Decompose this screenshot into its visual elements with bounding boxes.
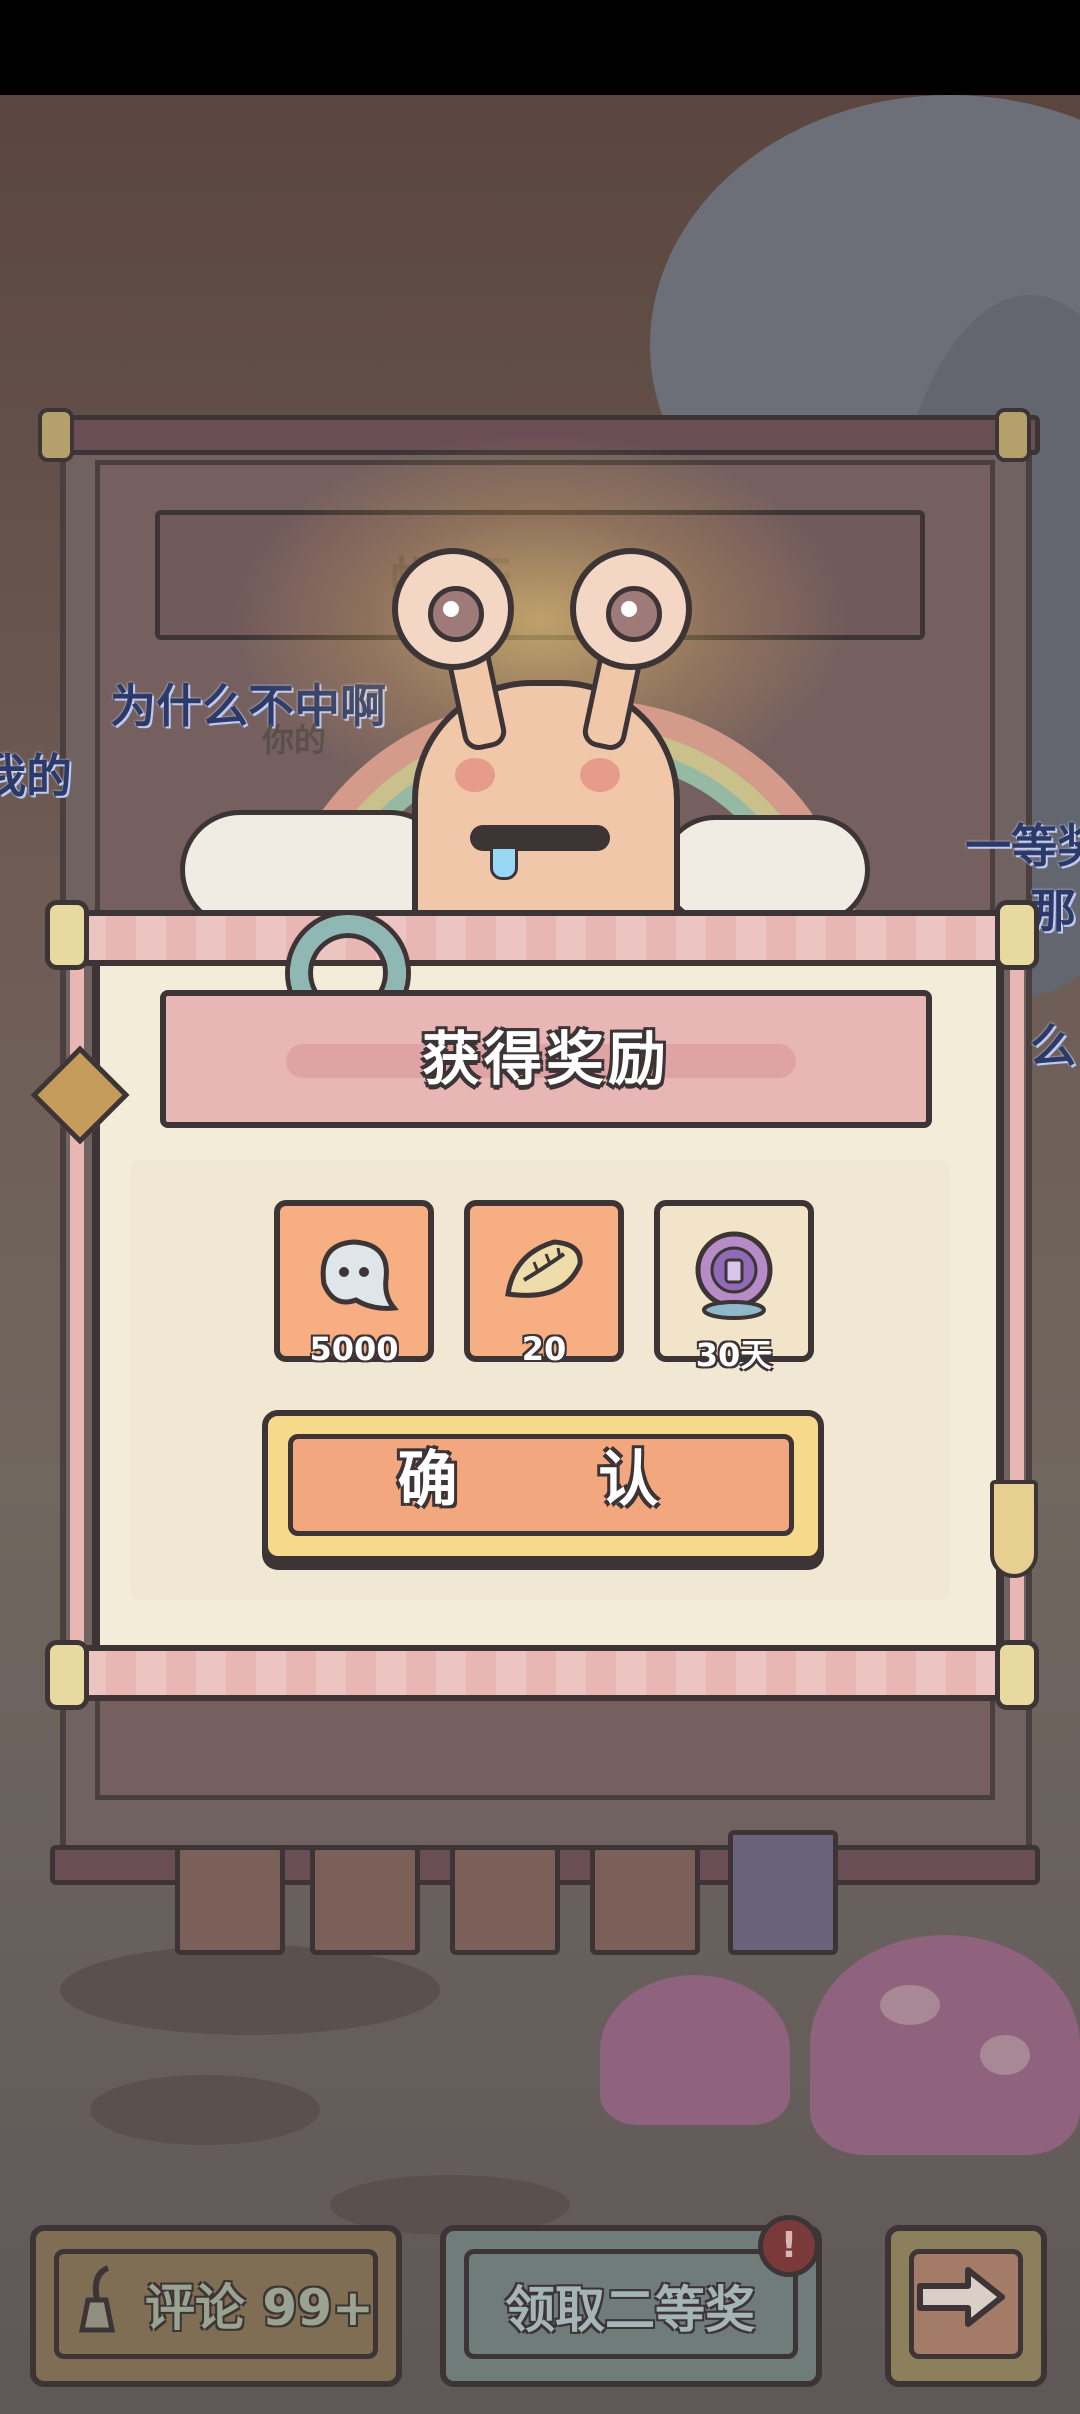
- bg-text-me: 么: [1030, 1019, 1076, 1073]
- back-tab-candy: [590, 1845, 700, 1955]
- reward-item-dumpling[interactable]: 20: [464, 1200, 624, 1368]
- crystal-ball-frame-icon: [695, 1231, 773, 1320]
- modal-title: 获得奖励: [421, 1025, 670, 1093]
- reward-count: 5000: [309, 1330, 399, 1368]
- reward-item-crystal-frame[interactable]: 30天: [654, 1200, 814, 1374]
- back-tab-fu: [310, 1845, 420, 1955]
- confirm-button-label[interactable]: 确 认: [262, 1410, 824, 1550]
- snail-drool: [490, 846, 518, 880]
- pole-cap: [995, 408, 1031, 462]
- comment-label: 评论 99+: [145, 2279, 374, 2337]
- cloud-right: [660, 815, 870, 925]
- back-tab-red-envelope: [175, 1845, 285, 1955]
- back-tab-crystal: [728, 1830, 838, 1955]
- status-bar: [0, 0, 1080, 95]
- snail-cheek: [455, 758, 495, 792]
- bar-cap: [995, 1640, 1039, 1710]
- bg-text-mine: 我的: [0, 749, 72, 803]
- bar-cap: [995, 900, 1039, 970]
- reward-count: 30天: [695, 1336, 773, 1374]
- reward-item-ghost[interactable]: 5000: [274, 1200, 434, 1368]
- arrow-right-icon: [917, 2267, 1005, 2327]
- pole-cap: [38, 408, 74, 462]
- tassel-ornament: [990, 1480, 1038, 1578]
- modal-bottom-bar: [70, 1645, 1032, 1701]
- comment-brush-icon: [78, 2265, 116, 2333]
- snail-eye-right: [570, 548, 692, 670]
- modal-top-bar: [70, 910, 1032, 966]
- snail-eye-left: [392, 548, 514, 670]
- back-tab-bag: [450, 1845, 560, 1955]
- bar-cap: [45, 900, 89, 970]
- reward-count: 20: [521, 1330, 567, 1368]
- ghost-currency-icon: [320, 1239, 399, 1311]
- bg-text-first-prize: 一等奖: [965, 819, 1080, 873]
- snail-cheek: [580, 758, 620, 792]
- claim-badge: !: [758, 2215, 820, 2277]
- bar-cap: [45, 1640, 89, 1710]
- dumpling-icon: [505, 1239, 583, 1298]
- claim-label: 领取二等奖: [505, 2281, 755, 2339]
